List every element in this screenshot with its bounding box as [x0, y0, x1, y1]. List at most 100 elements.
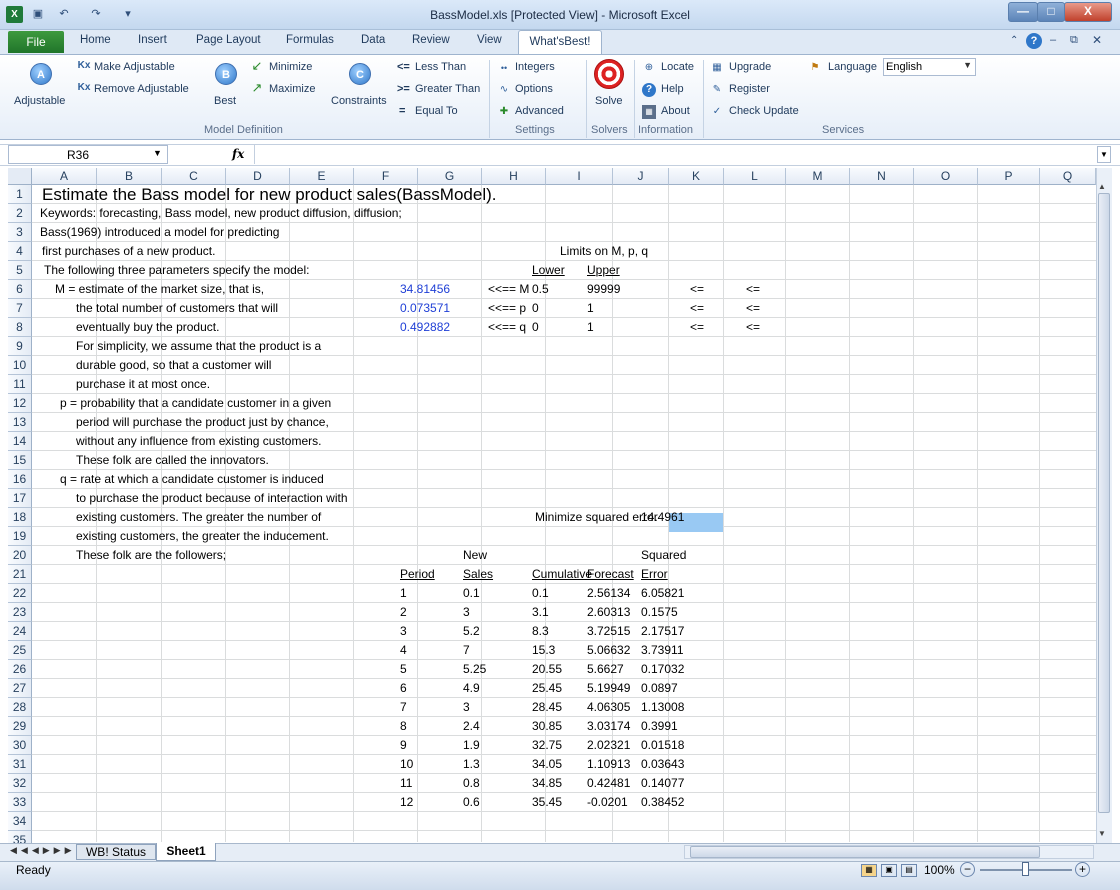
tab-page-layout[interactable]: Page Layout [196, 34, 261, 46]
column-header-b[interactable]: B [97, 168, 162, 185]
row-header-33[interactable]: 33 [8, 793, 32, 812]
solve-button[interactable]: Solve [595, 95, 623, 107]
row-header-34[interactable]: 34 [8, 812, 32, 831]
expand-formula-bar-icon[interactable]: ▼ [1097, 146, 1111, 163]
page-break-view-icon[interactable]: ▤ [901, 864, 917, 877]
options-button[interactable]: Options [515, 83, 553, 95]
row-header-30[interactable]: 30 [8, 736, 32, 755]
column-header-a[interactable]: A [32, 168, 97, 185]
row-header-9[interactable]: 9 [8, 337, 32, 356]
column-header-j[interactable]: J [613, 168, 669, 185]
greater-than-button[interactable]: Greater Than [415, 83, 480, 95]
row-header-14[interactable]: 14 [8, 432, 32, 451]
column-header-o[interactable]: O [914, 168, 978, 185]
maximize-window-button[interactable]: □ [1037, 2, 1065, 22]
row-header-12[interactable]: 12 [8, 394, 32, 413]
check-update-button[interactable]: Check Update [729, 105, 799, 117]
column-header-g[interactable]: G [418, 168, 482, 185]
zoom-out-icon[interactable]: − [960, 862, 975, 877]
minimize-window-button[interactable]: — [1008, 2, 1038, 22]
constraints-icon[interactable]: C [349, 63, 371, 85]
formula-input[interactable] [254, 145, 1094, 164]
workbook-close-icon[interactable]: ✕ [1092, 33, 1102, 47]
zoom-in-icon[interactable]: + [1075, 862, 1090, 877]
close-window-button[interactable]: X [1064, 2, 1112, 22]
name-box-dropdown-icon[interactable]: ▼ [153, 148, 162, 158]
zoom-level[interactable]: 100% [924, 863, 955, 877]
row-header-8[interactable]: 8 [8, 318, 32, 337]
column-header-m[interactable]: M [786, 168, 850, 185]
adjustable-icon[interactable]: A [30, 63, 52, 85]
row-header-11[interactable]: 11 [8, 375, 32, 394]
make-adjustable-button[interactable]: Make Adjustable [94, 61, 175, 73]
row-header-24[interactable]: 24 [8, 622, 32, 641]
row-header-29[interactable]: 29 [8, 717, 32, 736]
column-header-f[interactable]: F [354, 168, 418, 185]
row-header-31[interactable]: 31 [8, 755, 32, 774]
integers-button[interactable]: Integers [515, 61, 555, 73]
row-header-32[interactable]: 32 [8, 774, 32, 793]
row-header-21[interactable]: 21 [8, 565, 32, 584]
row-header-1[interactable]: 1 [8, 185, 32, 204]
remove-adjustable-button[interactable]: Remove Adjustable [94, 83, 189, 95]
column-header-l[interactable]: L [724, 168, 786, 185]
tab-formulas[interactable]: Formulas [286, 34, 334, 46]
language-select[interactable]: English ▼ [883, 58, 976, 76]
collapse-ribbon-icon[interactable]: ⌃ [1010, 35, 1018, 46]
row-header-23[interactable]: 23 [8, 603, 32, 622]
tab-data[interactable]: Data [361, 34, 385, 46]
row-header-28[interactable]: 28 [8, 698, 32, 717]
column-header-e[interactable]: E [290, 168, 354, 185]
maximize-button[interactable]: Maximize [269, 83, 315, 95]
equal-to-button[interactable]: Equal To [415, 105, 458, 117]
row-header-20[interactable]: 20 [8, 546, 32, 565]
upgrade-button[interactable]: Upgrade [729, 61, 771, 73]
column-header-p[interactable]: P [978, 168, 1040, 185]
row-header-17[interactable]: 17 [8, 489, 32, 508]
row-header-16[interactable]: 16 [8, 470, 32, 489]
row-header-27[interactable]: 27 [8, 679, 32, 698]
column-header-c[interactable]: C [162, 168, 226, 185]
row-header-7[interactable]: 7 [8, 299, 32, 318]
sheet-nav-icons[interactable]: ◀◀◀▶▶▶ [10, 845, 76, 856]
row-header-4[interactable]: 4 [8, 242, 32, 261]
best-button[interactable]: Best [214, 95, 236, 107]
tab-insert[interactable]: Insert [138, 34, 167, 46]
advanced-button[interactable]: Advanced [515, 105, 564, 117]
row-header-5[interactable]: 5 [8, 261, 32, 280]
minimize-button[interactable]: Minimize [269, 61, 312, 73]
column-header-d[interactable]: D [226, 168, 290, 185]
adjustable-button[interactable]: Adjustable [14, 95, 65, 107]
row-header-2[interactable]: 2 [8, 204, 32, 223]
select-all-corner[interactable] [8, 168, 32, 185]
row-header-13[interactable]: 13 [8, 413, 32, 432]
about-button[interactable]: About [661, 105, 690, 117]
scroll-thumb[interactable] [1098, 193, 1110, 813]
constraints-button[interactable]: Constraints [331, 95, 387, 107]
name-box[interactable]: R36 [8, 145, 168, 164]
row-header-19[interactable]: 19 [8, 527, 32, 546]
solve-target-icon[interactable] [594, 59, 624, 89]
normal-view-icon[interactable]: ▦ [861, 864, 877, 877]
row-header-6[interactable]: 6 [8, 280, 32, 299]
column-header-i[interactable]: I [546, 168, 613, 185]
tab-review[interactable]: Review [412, 34, 450, 46]
column-header-q[interactable]: Q [1040, 168, 1096, 185]
column-header-h[interactable]: H [482, 168, 546, 185]
help-button[interactable]: Help [661, 83, 684, 95]
register-button[interactable]: Register [729, 83, 770, 95]
tab-file[interactable]: File [8, 31, 64, 53]
workbook-minimize-icon[interactable]: – [1050, 34, 1056, 46]
row-header-15[interactable]: 15 [8, 451, 32, 470]
row-header-3[interactable]: 3 [8, 223, 32, 242]
sheet-tab-sheet1[interactable]: Sheet1 [156, 843, 216, 861]
column-header-n[interactable]: N [850, 168, 914, 185]
locate-button[interactable]: Locate [661, 61, 694, 73]
help-icon[interactable]: ? [1026, 33, 1042, 49]
tab-whatsbest[interactable]: What'sBest! [518, 30, 602, 55]
row-header-25[interactable]: 25 [8, 641, 32, 660]
workbook-restore-icon[interactable]: ⧉ [1070, 34, 1078, 47]
row-header-18[interactable]: 18 [8, 508, 32, 527]
best-icon[interactable]: B [215, 63, 237, 85]
row-header-10[interactable]: 10 [8, 356, 32, 375]
